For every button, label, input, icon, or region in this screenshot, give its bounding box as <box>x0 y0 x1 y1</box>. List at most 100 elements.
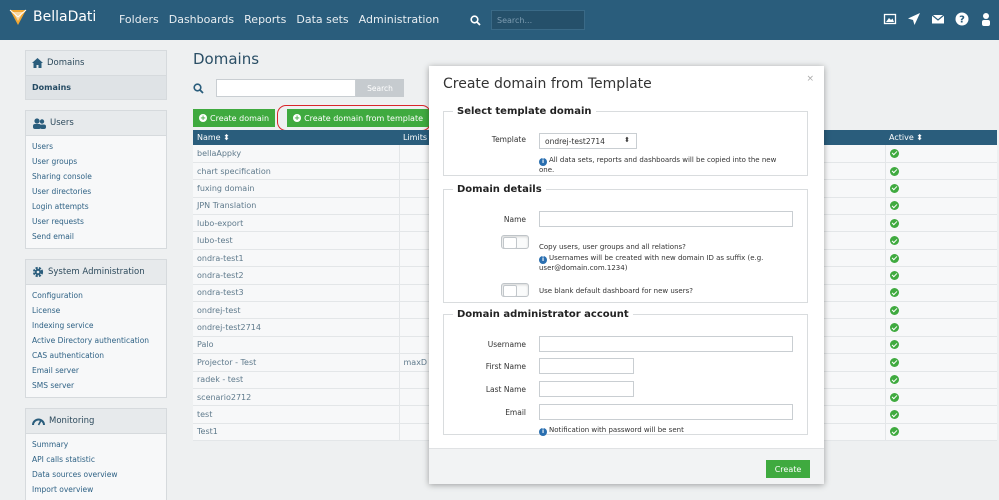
image-icon[interactable] <box>883 12 897 26</box>
global-search-input[interactable] <box>491 10 585 30</box>
nav-reports[interactable]: Reports <box>244 13 286 26</box>
create-button[interactable]: Create <box>766 460 810 478</box>
template-info-text: All data sets, reports and dashboards wi… <box>539 156 777 174</box>
email-input[interactable] <box>539 404 793 420</box>
first-name-input[interactable] <box>539 358 634 374</box>
logo[interactable]: BellaDati <box>8 8 96 26</box>
domain-active-cell <box>885 388 997 407</box>
check-icon <box>889 392 899 402</box>
check-icon <box>889 148 899 158</box>
search-icon[interactable] <box>467 10 483 30</box>
check-icon <box>889 357 899 367</box>
copy-users-toggle[interactable] <box>501 235 529 249</box>
domain-name-cell[interactable]: ondra-test3 <box>193 284 400 303</box>
monitoring-panel: Monitoring Summary API calls statistic D… <box>25 408 167 500</box>
sidebar-item-user-directories[interactable]: User directories <box>26 184 166 199</box>
sysadmin-panel-title: System Administration <box>48 267 145 277</box>
domain-details-section: Domain details Name Copy users, user gro… <box>443 184 808 303</box>
sidebar-item-sms-server[interactable]: SMS server <box>26 378 166 393</box>
close-icon[interactable]: × <box>806 74 814 84</box>
name-input[interactable] <box>539 211 793 227</box>
domains-panel-title: Domains <box>47 58 85 68</box>
sidebar-item-sharing-console[interactable]: Sharing console <box>26 169 166 184</box>
svg-text:?: ? <box>959 15 965 26</box>
domain-name-cell[interactable]: scenario2712 <box>193 388 400 407</box>
sidebar-item-cas-auth[interactable]: CAS authentication <box>26 348 166 363</box>
domain-active-cell <box>885 318 997 337</box>
sidebar-item-login-attempts[interactable]: Login attempts <box>26 199 166 214</box>
global-search <box>467 10 585 30</box>
select-template-section: Select template domain Template ondrej-t… <box>443 106 808 176</box>
info-icon: i <box>539 256 547 264</box>
email-info: i Notification with password will be sent <box>539 426 789 436</box>
users-panel-header: Users <box>26 111 166 136</box>
nav-dashboards[interactable]: Dashboards <box>169 13 234 26</box>
domain-name-cell[interactable]: lubo-test <box>193 231 400 250</box>
monitoring-panel-header: Monitoring <box>26 409 166 434</box>
sidebar-item-send-email[interactable]: Send email <box>26 229 166 244</box>
domain-name-cell[interactable]: ondra-test1 <box>193 249 400 268</box>
domain-name-cell[interactable]: chart specification <box>193 162 400 181</box>
domain-name-cell[interactable]: Palo <box>193 336 400 355</box>
mail-icon[interactable] <box>931 12 945 26</box>
column-header-active[interactable]: Active ⬍ <box>885 130 997 145</box>
check-icon <box>889 375 899 385</box>
search-button[interactable]: Search <box>356 79 404 97</box>
template-select[interactable]: ondrej-test2714 ⬍ <box>539 133 637 149</box>
help-icon[interactable]: ? <box>955 12 969 26</box>
domain-active-cell <box>885 214 997 233</box>
sidebar-item-user-requests[interactable]: User requests <box>26 214 166 229</box>
domain-name-cell[interactable]: ondra-test2 <box>193 266 400 285</box>
nav-administration[interactable]: Administration <box>359 13 440 26</box>
user-icon[interactable] <box>979 12 993 26</box>
rocket-icon[interactable] <box>907 12 921 26</box>
domain-name-cell[interactable]: bellaAppky <box>193 145 400 163</box>
sidebar-item-summary[interactable]: Summary <box>26 437 166 452</box>
domain-name-cell[interactable]: Test1 <box>193 423 400 442</box>
sidebar-item-users[interactable]: Users <box>26 139 166 154</box>
admin-account-section: Domain administrator account Username Fi… <box>443 309 808 436</box>
blank-dashboard-toggle[interactable] <box>501 283 529 297</box>
check-icon <box>889 427 899 437</box>
check-icon <box>889 236 899 246</box>
sidebar-item-configuration[interactable]: Configuration <box>26 288 166 303</box>
users-icon <box>33 117 46 129</box>
last-name-input[interactable] <box>539 381 634 397</box>
domain-search-row: Search <box>193 78 404 98</box>
sidebar-item-ad-auth[interactable]: Active Directory authentication <box>26 333 166 348</box>
domain-name-cell[interactable]: fuxing domain <box>193 179 400 198</box>
nav-folders[interactable]: Folders <box>119 13 159 26</box>
app-name: BellaDati <box>33 9 97 25</box>
sidebar-item-import-overview[interactable]: Import overview <box>26 482 166 497</box>
sidebar-item-data-sources[interactable]: Data sources overview <box>26 467 166 482</box>
sysadmin-panel-header: System Administration <box>26 260 166 285</box>
create-domain-button[interactable]: + Create domain <box>193 109 276 127</box>
sidebar-item-domains[interactable]: Domains <box>26 76 166 99</box>
check-icon <box>889 183 899 193</box>
domain-active-cell <box>885 284 997 303</box>
sidebar-item-user-groups[interactable]: User groups <box>26 154 166 169</box>
plus-icon: + <box>199 114 207 122</box>
domain-name-cell[interactable]: JPN Translation <box>193 197 400 216</box>
highlight-annotation <box>277 105 431 131</box>
domain-name-cell[interactable]: Projector - Test <box>193 353 400 372</box>
domain-name-cell[interactable]: ondrej-test <box>193 301 400 320</box>
domain-name-cell[interactable]: radek - test <box>193 371 400 389</box>
sidebar-item-api-calls[interactable]: API calls statistic <box>26 452 166 467</box>
sidebar-item-indexing-service[interactable]: Indexing service <box>26 318 166 333</box>
check-icon <box>889 201 899 211</box>
sidebar-item-license[interactable]: License <box>26 303 166 318</box>
column-header-name[interactable]: Name ⬍ <box>193 130 399 145</box>
template-select-value: ondrej-test2714 <box>545 137 605 146</box>
domain-search-input[interactable] <box>216 79 356 97</box>
domains-panel: Domains Domains <box>25 50 167 100</box>
username-input[interactable] <box>539 336 793 352</box>
modal-footer: Create <box>429 448 824 484</box>
sidebar-item-email-server[interactable]: Email server <box>26 363 166 378</box>
domain-name-cell[interactable]: test <box>193 405 400 424</box>
nav-data-sets[interactable]: Data sets <box>296 13 348 26</box>
domain-name-cell[interactable]: lubo-export <box>193 214 400 233</box>
username-label: Username <box>487 340 526 349</box>
domain-name-cell[interactable]: ondrej-test2714 <box>193 318 400 337</box>
copy-users-label: Copy users, user groups and all relation… <box>539 243 686 251</box>
